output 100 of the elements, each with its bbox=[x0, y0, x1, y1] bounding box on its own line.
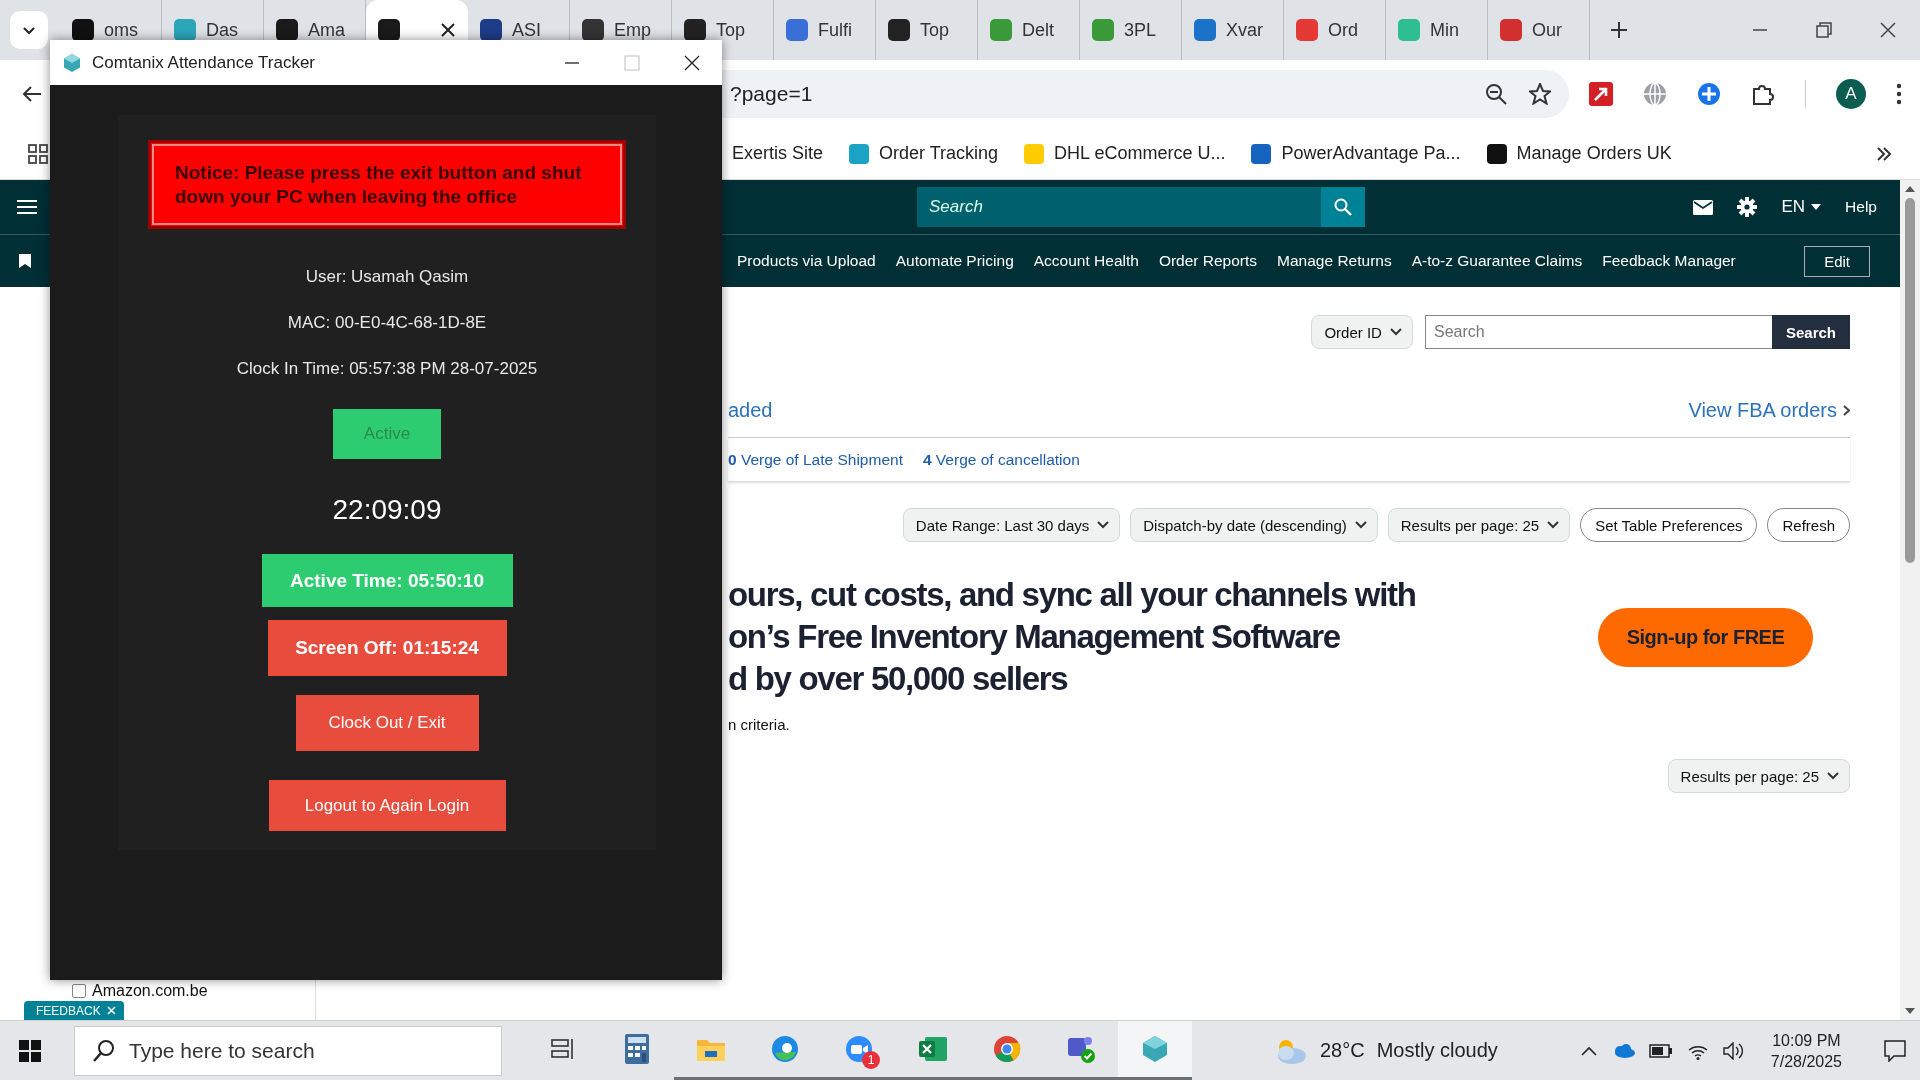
team-chat-icon bbox=[1066, 1034, 1096, 1064]
hexagon-icon bbox=[1141, 1035, 1169, 1063]
nav-link[interactable]: Manage Returns bbox=[1277, 252, 1392, 270]
clock-text: 22:09:09 bbox=[332, 493, 442, 527]
nav-link[interactable]: Automate Pricing bbox=[895, 252, 1014, 270]
info-text: MAC: 00-E0-4C-68-1D-8E bbox=[287, 312, 487, 334]
taskbar-search-field[interactable]: Type here to search bbox=[74, 1025, 502, 1076]
scroll-up-icon[interactable] bbox=[1905, 186, 1915, 192]
restore-icon[interactable] bbox=[1816, 22, 1832, 38]
browser-tab[interactable]: Min bbox=[1386, 0, 1488, 60]
search-field[interactable]: Search bbox=[917, 187, 1321, 227]
filter-button[interactable]: Refresh bbox=[1767, 508, 1850, 542]
edit-button[interactable]: Edit bbox=[1804, 245, 1870, 277]
checkbox[interactable] bbox=[72, 984, 86, 998]
hexagon-icon bbox=[62, 52, 82, 73]
tab-label[interactable]: aded bbox=[728, 398, 773, 422]
double-chevron-icon[interactable] bbox=[1876, 146, 1892, 161]
browser-tab[interactable]: Delt bbox=[978, 0, 1080, 60]
profile-avatar[interactable]: A bbox=[1836, 79, 1866, 109]
feedback-tab[interactable]: FEEDBACK bbox=[24, 1001, 124, 1020]
close-icon[interactable] bbox=[1880, 22, 1896, 38]
fba-orders-link[interactable]: View FBA orders bbox=[1688, 398, 1850, 422]
chevron-down-icon bbox=[1354, 521, 1367, 529]
clock-time[interactable]: 10:09 PM bbox=[1772, 1029, 1841, 1051]
action-button[interactable]: Clock Out / Exit bbox=[295, 695, 479, 751]
browser-tab[interactable]: Xvar bbox=[1182, 0, 1284, 60]
browser-tab[interactable]: 3PL bbox=[1080, 0, 1182, 60]
battery-icon[interactable] bbox=[1648, 1043, 1673, 1058]
browser-tab[interactable]: Ord bbox=[1284, 0, 1386, 60]
volume-icon[interactable] bbox=[1722, 1041, 1745, 1060]
filter-label: Amazon.com.be bbox=[92, 982, 208, 1000]
arrow-extension-icon[interactable] bbox=[1589, 82, 1613, 106]
chevron-down-icon bbox=[1547, 521, 1560, 529]
bookmark-item[interactable]: PowerAdvantage Pa... bbox=[1251, 143, 1461, 164]
bookmark-item[interactable]: Manage Orders UK bbox=[1486, 143, 1672, 164]
signup-button[interactable]: Sign-up for FREE bbox=[1598, 607, 1813, 667]
maximize-icon bbox=[624, 54, 640, 71]
back-arrow-icon[interactable] bbox=[22, 85, 42, 103]
apps-grid-icon[interactable] bbox=[28, 143, 48, 164]
help-link[interactable]: Help bbox=[1845, 198, 1877, 216]
new-tab-icon[interactable] bbox=[1610, 21, 1628, 39]
nav-link[interactable]: Order Reports bbox=[1158, 252, 1258, 270]
menu-icon[interactable] bbox=[17, 199, 37, 215]
menu-icon[interactable] bbox=[1896, 83, 1902, 105]
calculator-icon bbox=[625, 1034, 649, 1064]
weather-text: Mostly cloudy bbox=[1376, 1039, 1498, 1062]
spreadsheet-icon bbox=[919, 1035, 947, 1063]
plus-extension-icon[interactable] bbox=[1697, 82, 1721, 106]
bookmark-item[interactable]: Exertis Site bbox=[732, 143, 824, 164]
nav-link[interactable]: Account Health bbox=[1033, 252, 1139, 270]
notice-banner: Notice: Please press the exit button and shut down your PC when leaving the office bbox=[148, 140, 626, 229]
filter-button[interactable]: Set Table Preferences bbox=[1580, 508, 1758, 542]
taskbar-button[interactable] bbox=[1118, 1021, 1192, 1080]
mail-icon[interactable] bbox=[1693, 199, 1714, 215]
windows-logo-icon[interactable] bbox=[19, 1039, 41, 1062]
bookmark-item[interactable]: DHL eCommerce U... bbox=[1024, 143, 1226, 164]
order-search-field[interactable]: Search bbox=[1424, 315, 1772, 349]
close-icon[interactable] bbox=[684, 54, 700, 71]
browser-tab[interactable]: Our bbox=[1488, 0, 1590, 60]
status-link[interactable]: 4 Verge of cancellation bbox=[922, 450, 1080, 469]
feedback-label: FEEDBACK bbox=[36, 1003, 101, 1018]
filter-dropdown[interactable]: Date Range: Last 30 days bbox=[902, 508, 1121, 542]
search-icon bbox=[1334, 198, 1352, 216]
caret-icon bbox=[1811, 204, 1822, 210]
chevron-up-icon[interactable] bbox=[1580, 1045, 1597, 1056]
chevron-down-icon bbox=[1097, 521, 1110, 529]
search-icon bbox=[93, 1038, 115, 1063]
nav-link[interactable]: Products via Upload bbox=[737, 252, 876, 270]
filter-dropdown[interactable]: Results per page: 25 bbox=[1387, 508, 1571, 542]
nav-link[interactable]: Feedback Manager bbox=[1602, 252, 1736, 270]
results-dropdown[interactable]: Results per page: 25 bbox=[1667, 759, 1850, 793]
scrollbar-thumb[interactable] bbox=[1905, 198, 1915, 563]
search-type-dropdown[interactable]: Order ID bbox=[1311, 315, 1413, 349]
browser-tab[interactable]: Top bbox=[876, 0, 978, 60]
settings-icon[interactable] bbox=[1737, 197, 1758, 217]
browser-tab[interactable]: Fulfi bbox=[774, 0, 876, 60]
filter-dropdown[interactable]: Dispatch-by date (descending) bbox=[1130, 508, 1378, 542]
clock-date[interactable]: 7/28/2025 bbox=[1770, 1050, 1842, 1072]
scrollbar[interactable] bbox=[1900, 180, 1920, 1020]
bookmark-icon[interactable] bbox=[19, 254, 31, 268]
language-menu[interactable]: EN bbox=[1781, 197, 1822, 217]
globe-icon[interactable] bbox=[1643, 82, 1667, 106]
tab-list-button[interactable] bbox=[10, 11, 48, 49]
taskbar-button[interactable]: 1 bbox=[822, 1021, 896, 1080]
counter-button[interactable]: Screen Off: 01:15:24 bbox=[267, 620, 507, 676]
notification-badge: 1 bbox=[862, 1051, 880, 1069]
status-link[interactable]: 0 Verge of Late Shipment bbox=[728, 450, 903, 469]
bookmark-item[interactable]: Order Tracking bbox=[849, 143, 999, 164]
search-button[interactable] bbox=[1321, 187, 1365, 227]
search-button[interactable]: Search bbox=[1771, 315, 1850, 349]
notification-icon[interactable] bbox=[1884, 1039, 1906, 1062]
browser-icon bbox=[993, 1035, 1021, 1063]
star-icon[interactable] bbox=[1529, 83, 1551, 105]
zoom-icon[interactable] bbox=[1485, 83, 1507, 105]
nav-link[interactable]: A-to-z Guarantee Claims bbox=[1411, 252, 1583, 270]
close-icon[interactable] bbox=[440, 22, 456, 38]
puzzle-icon[interactable] bbox=[1751, 82, 1775, 106]
folder-icon bbox=[697, 1037, 725, 1061]
action-button[interactable]: Logout to Again Login bbox=[268, 780, 506, 831]
scroll-down-icon[interactable] bbox=[1905, 1008, 1915, 1014]
